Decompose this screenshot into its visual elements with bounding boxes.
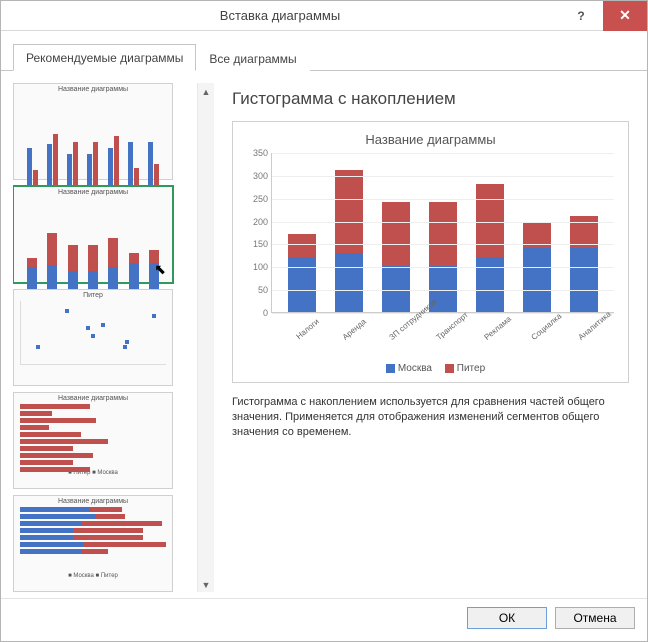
thumb-chart bbox=[20, 301, 166, 365]
chart-description: Гистограмма с накоплением используется д… bbox=[232, 395, 629, 440]
y-tick: 350 bbox=[244, 148, 268, 158]
cancel-button[interactable]: Отмена bbox=[555, 607, 635, 629]
scroll-up-icon[interactable]: ▲ bbox=[202, 85, 211, 99]
y-tick: 300 bbox=[244, 171, 268, 181]
chart-preview: Название диаграммы 050100150200250300350… bbox=[232, 121, 629, 383]
bar-group bbox=[429, 202, 457, 312]
thumbnails-scrollbar[interactable]: ▲ ▼ bbox=[197, 83, 214, 592]
bar-group bbox=[570, 216, 598, 312]
dialog-buttons: ОК Отмена bbox=[1, 598, 647, 641]
thumb-stacked-bar[interactable]: Название диаграммы ■ Москва ■ Питер bbox=[13, 495, 173, 592]
bar-group bbox=[476, 184, 504, 312]
thumb-chart bbox=[20, 198, 166, 289]
thumb-stacked-column[interactable]: Название диаграммы ■ Москва ■ Питер ⬉ bbox=[13, 186, 173, 283]
chart-thumbnails: Название диаграммы ■ Москва ■ Питер Назв… bbox=[13, 83, 193, 592]
x-tick: Социалка bbox=[530, 317, 576, 364]
tab-recommended[interactable]: Рекомендуемые диаграммы bbox=[13, 44, 196, 71]
help-button[interactable]: ? bbox=[559, 1, 603, 31]
thumb-title: Питер bbox=[16, 292, 170, 299]
x-tick: Налоги bbox=[293, 317, 339, 364]
scroll-down-icon[interactable]: ▼ bbox=[202, 578, 211, 592]
titlebar: Вставка диаграммы ? ✕ bbox=[1, 1, 647, 31]
chart-x-labels: НалогиАрендаЗП сотрудниковТранспортРекла… bbox=[271, 313, 614, 355]
tabstrip: Рекомендуемые диаграммы Все диаграммы bbox=[1, 31, 647, 71]
legend-label-b: Питер bbox=[457, 363, 485, 374]
x-tick: Реклама bbox=[482, 317, 528, 364]
thumb-title: Название диаграммы bbox=[16, 86, 170, 93]
thumb-clustered-bar[interactable]: Название диаграммы ■ Питер ■ Москва bbox=[13, 392, 173, 489]
x-tick: Аренда bbox=[340, 317, 386, 364]
window-title: Вставка диаграммы bbox=[1, 8, 559, 23]
ok-button[interactable]: ОК bbox=[467, 607, 547, 629]
y-tick: 200 bbox=[244, 217, 268, 227]
chart-title: Название диаграммы bbox=[241, 132, 620, 147]
thumb-chart bbox=[20, 95, 166, 186]
y-tick: 0 bbox=[244, 308, 268, 318]
y-tick: 150 bbox=[244, 239, 268, 249]
thumb-title: Название диаграммы bbox=[16, 189, 170, 196]
bar-group bbox=[288, 234, 316, 312]
dialog-body: Название диаграммы ■ Москва ■ Питер Назв… bbox=[1, 71, 647, 598]
x-tick: Аналитика bbox=[577, 317, 623, 364]
y-tick: 50 bbox=[244, 285, 268, 295]
close-button[interactable]: ✕ bbox=[603, 1, 647, 31]
legend-swatch-b bbox=[445, 364, 454, 373]
legend-label-a: Москва bbox=[398, 363, 432, 374]
x-tick: ЗП сотрудников bbox=[388, 317, 434, 364]
thumb-chart bbox=[20, 507, 166, 571]
bar-group bbox=[382, 202, 410, 312]
thumb-clustered-column[interactable]: Название диаграммы ■ Москва ■ Питер bbox=[13, 83, 173, 180]
chart-plot-area: 050100150200250300350 bbox=[271, 153, 614, 313]
thumb-title: Название диаграммы bbox=[16, 498, 170, 505]
y-tick: 100 bbox=[244, 262, 268, 272]
x-tick: Транспорт bbox=[435, 317, 481, 364]
preview-heading: Гистограмма с накоплением bbox=[232, 89, 629, 109]
thumb-chart bbox=[20, 404, 166, 468]
chart-legend: Москва Питер bbox=[241, 363, 620, 374]
tab-all[interactable]: Все диаграммы bbox=[196, 45, 309, 71]
y-tick: 250 bbox=[244, 194, 268, 204]
thumb-legend: ■ Москва ■ Питер bbox=[16, 573, 170, 579]
thumb-scatter[interactable]: Питер bbox=[13, 289, 173, 386]
thumb-title: Название диаграммы bbox=[16, 395, 170, 402]
chart-preview-pane: Гистограмма с накоплением Название диагр… bbox=[218, 83, 635, 592]
legend-swatch-a bbox=[386, 364, 395, 373]
